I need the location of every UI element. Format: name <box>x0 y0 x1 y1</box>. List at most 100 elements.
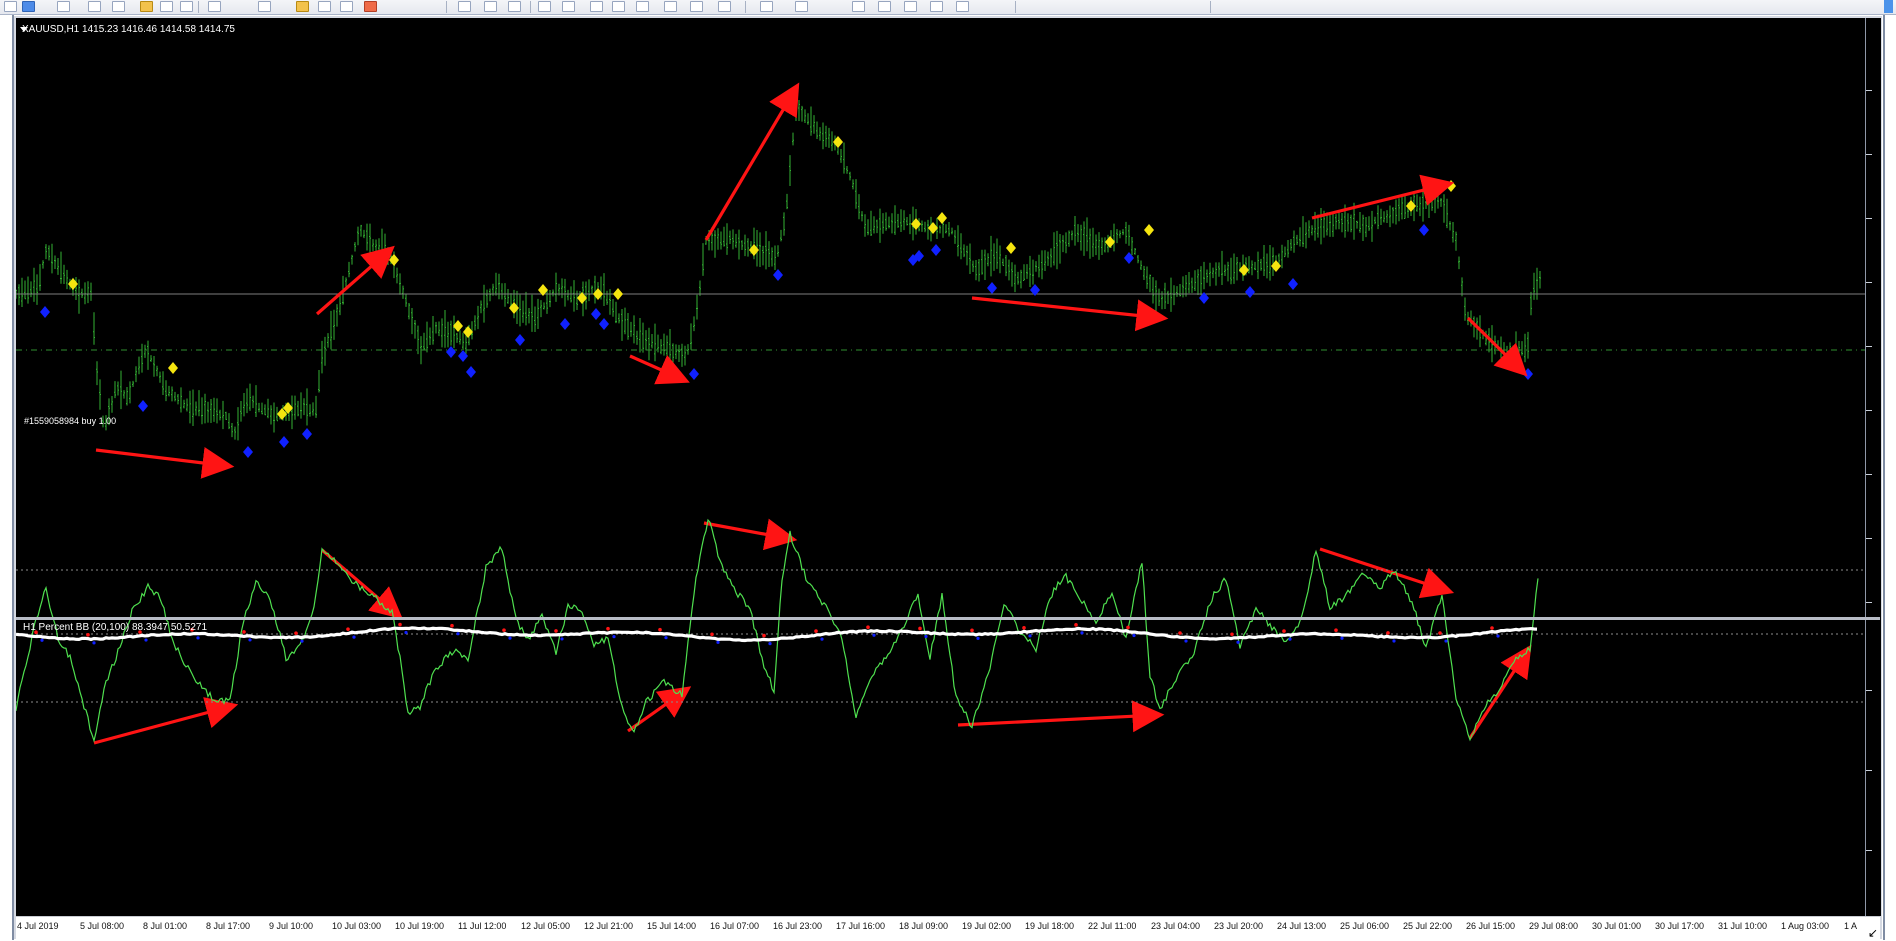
indicator-buy-dot <box>716 640 720 644</box>
time-axis-label: 4 Jul 2019 <box>17 921 59 931</box>
buy-signal-diamond <box>560 318 570 330</box>
time-axis-label: 30 Jul 01:00 <box>1592 921 1642 931</box>
indicator-buy-dot <box>144 638 148 642</box>
annotation-arrow <box>629 354 690 385</box>
toolbar-separator <box>1210 1 1211 13</box>
indicator-sell-dot <box>1334 628 1338 633</box>
price-scale-tick <box>1866 538 1872 539</box>
gold-folder-icon[interactable] <box>140 1 153 12</box>
buy-signal-diamond <box>138 400 148 412</box>
indicator-buy-dot <box>976 636 980 640</box>
chart-canvas[interactable] <box>16 18 1865 916</box>
indicator-sell-dot <box>1282 629 1286 633</box>
channels-icon[interactable] <box>878 1 891 12</box>
market-watch-icon[interactable] <box>57 1 70 12</box>
time-axis-label: 1 A <box>1844 921 1858 931</box>
indicator-sell-dot <box>866 625 870 630</box>
time-axis-label: 11 Jul 12:00 <box>458 921 507 931</box>
time-axis-label: 8 Jul 17:00 <box>206 921 251 931</box>
chart-shift-icon[interactable] <box>612 1 625 12</box>
time-axis-label: 12 Jul 05:00 <box>521 921 571 931</box>
indicator-sell-dot <box>1074 623 1078 627</box>
indicator-sell-dot <box>1230 632 1234 637</box>
profiles-icon[interactable] <box>22 1 35 12</box>
time-axis-label: 23 Jul 20:00 <box>1214 921 1264 931</box>
sell-signal-diamond <box>1144 224 1154 236</box>
indicator-buy-dot <box>1392 639 1396 643</box>
indicator-buy-dot <box>1184 639 1188 643</box>
indicator-buy-dot <box>612 635 616 639</box>
buy-signal-diamond <box>987 282 997 294</box>
buy-signal-diamond <box>931 244 941 256</box>
channel-icon[interactable] <box>340 1 353 12</box>
price-scale-tick <box>1866 154 1872 155</box>
annotation-arrow <box>704 82 800 241</box>
price-scale-tick <box>1866 346 1872 347</box>
chart-window-icon[interactable] <box>160 1 173 12</box>
resize-grip-icon[interactable]: ↙ <box>1868 926 1878 940</box>
period-icon[interactable] <box>258 1 271 12</box>
annotation-arrow <box>703 518 798 551</box>
time-axis-label: 10 Jul 19:00 <box>395 921 445 931</box>
indicator-buy-dot <box>508 636 512 640</box>
time-axis-label: 18 Jul 09:00 <box>899 921 949 931</box>
indicator-sell-dot <box>346 627 350 631</box>
indicator-buy-dot <box>248 638 252 642</box>
buy-signal-diamond <box>40 306 50 318</box>
zoom-in-icon[interactable] <box>112 1 125 12</box>
indicator-sell-dot <box>814 629 818 633</box>
sell-signal-diamond <box>168 362 178 374</box>
vertical-line-icon[interactable] <box>795 1 808 12</box>
price-scale-tick <box>1866 410 1872 411</box>
toolbar-separator <box>530 1 531 13</box>
zoom-out-icon[interactable] <box>538 1 551 12</box>
grid-icon[interactable] <box>562 1 575 12</box>
crosshair-icon[interactable] <box>296 1 309 12</box>
text-icon[interactable] <box>484 1 497 12</box>
line-icon[interactable] <box>318 1 331 12</box>
autoscroll-icon[interactable] <box>590 1 603 12</box>
indicator-sell-dot <box>1438 631 1442 635</box>
indicator-sell-dot <box>606 626 610 631</box>
navigator-icon[interactable] <box>88 1 101 12</box>
indicator-icon[interactable] <box>636 1 649 12</box>
annotation-arrow <box>957 700 1165 733</box>
annotation-arrow <box>1468 644 1532 739</box>
arrow-icon[interactable] <box>508 1 521 12</box>
annotation-arrow <box>1319 547 1455 599</box>
buy-signal-diamond <box>1288 278 1298 290</box>
gann-icon[interactable] <box>904 1 917 12</box>
price-scale-tick <box>1866 218 1872 219</box>
shapes-icon[interactable] <box>930 1 943 12</box>
annotation-arrow <box>1311 174 1455 220</box>
indicator-sell-dot <box>710 632 714 637</box>
line-tool-icon[interactable] <box>760 1 773 12</box>
fibo-icon[interactable] <box>458 1 471 12</box>
template-icon[interactable] <box>664 1 677 12</box>
settings-icon[interactable] <box>208 1 221 12</box>
window-control-icon[interactable] <box>1884 0 1893 13</box>
indicator-buy-dot <box>1444 639 1448 643</box>
annotation-arrow <box>320 548 403 620</box>
window-border <box>1883 15 1885 940</box>
trend-line-icon[interactable] <box>852 1 865 12</box>
search-icon[interactable] <box>180 1 193 12</box>
time-axis-label: 16 Jul 23:00 <box>773 921 823 931</box>
price-scale[interactable] <box>1865 18 1881 916</box>
sell-signal-diamond <box>613 288 623 300</box>
alert-icon[interactable] <box>364 1 377 12</box>
arrow-down-icon[interactable] <box>956 1 969 12</box>
new-chart-icon[interactable] <box>4 1 17 12</box>
buy-signal-diamond <box>466 366 476 378</box>
indicator-sell-dot <box>502 628 506 632</box>
time-axis-label: 25 Jul 06:00 <box>1340 921 1390 931</box>
period-separators-icon[interactable] <box>718 1 731 12</box>
pane-separator[interactable] <box>16 617 1880 620</box>
clock-icon[interactable] <box>690 1 703 12</box>
time-axis-label: 30 Jul 17:00 <box>1655 921 1705 931</box>
toolbar-separator <box>446 1 447 13</box>
order-label: #1559058984 buy 1.00 <box>24 416 117 426</box>
indicator-buy-dot <box>92 641 96 645</box>
time-axis-label: 10 Jul 03:00 <box>332 921 382 931</box>
buy-signal-diamond <box>773 269 783 281</box>
